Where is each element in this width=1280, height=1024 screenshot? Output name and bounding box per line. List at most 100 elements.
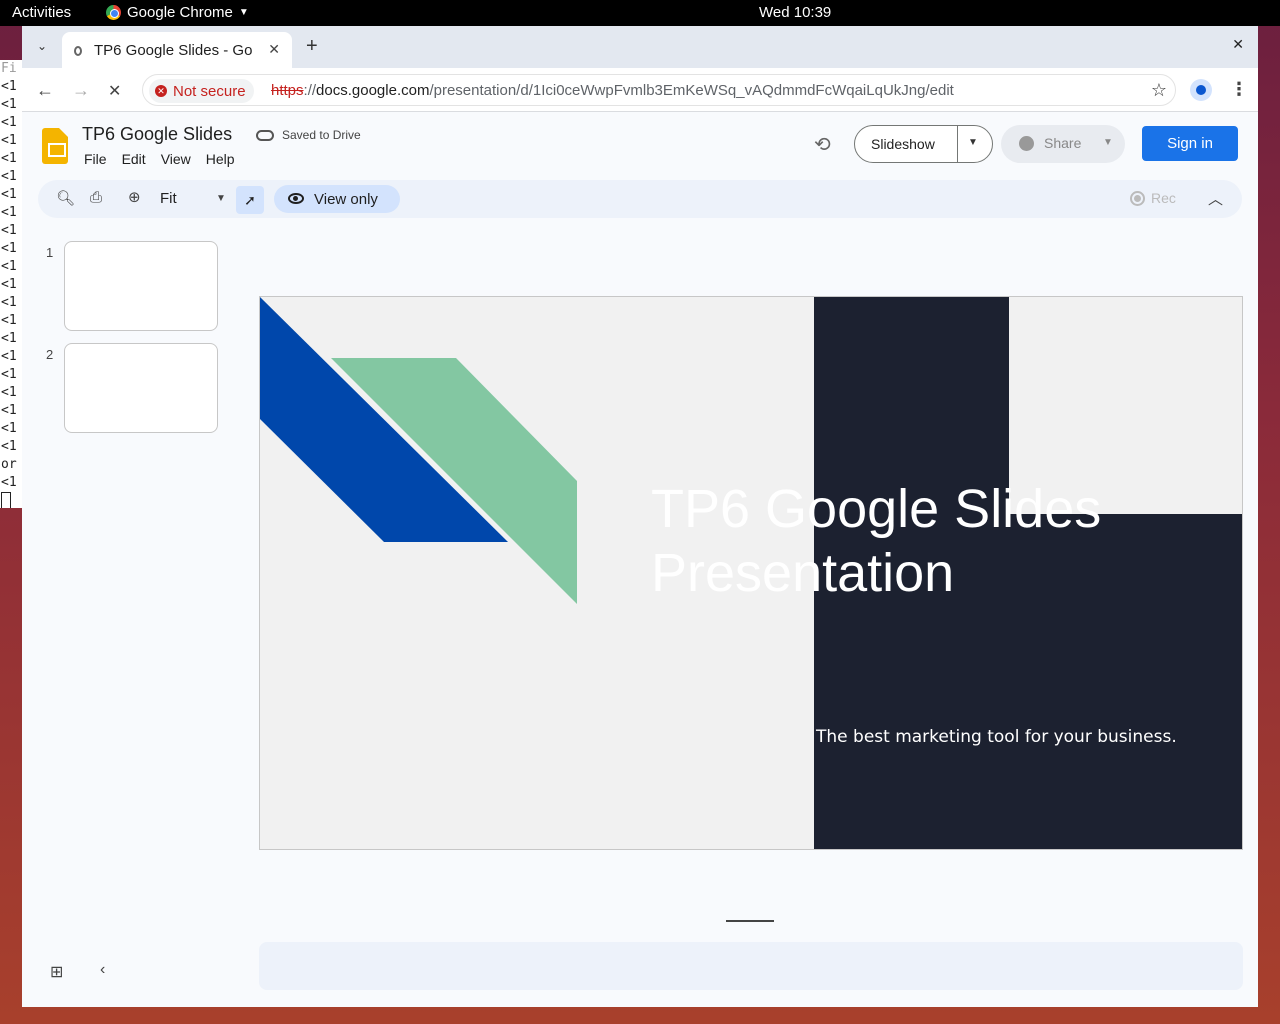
terminal-line: <1	[1, 295, 17, 310]
slideshow-label: Slideshow	[871, 136, 935, 152]
chevron-down-icon: ▼	[238, 7, 249, 18]
notes-resize-handle[interactable]	[726, 920, 774, 922]
slide-thumbnail[interactable]	[64, 241, 218, 331]
chevron-down-icon[interactable]: ▼	[1103, 137, 1113, 148]
cloud-done-icon	[256, 129, 274, 141]
clock[interactable]: Wed 10:39	[759, 4, 831, 21]
background-terminal: Fi <1 <1 <1 <1 <1 <1 <1 <1 <1 <1 <1 <1 <…	[0, 60, 22, 508]
app-name: Google Chrome	[127, 4, 233, 21]
stop-icon[interactable]: ✕	[108, 81, 121, 101]
activities-button[interactable]: Activities	[12, 4, 71, 21]
save-status[interactable]: Saved to Drive	[256, 128, 361, 142]
url-path: /presentation/d/1Ici0ceWwpFvmlb3EmKeWSq_…	[429, 82, 954, 99]
browser-toolbar: ← → ✕ ✕ Not secure https://docs.google.c…	[22, 68, 1258, 112]
slide-title: TP6 Google Slides Presentation	[651, 477, 1211, 605]
terminal-line: <1	[1, 151, 17, 166]
chevron-up-icon[interactable]: ︿	[1208, 188, 1223, 209]
zoom-select[interactable]: Fit	[160, 190, 177, 207]
terminal-line: <1	[1, 223, 17, 238]
terminal-line: <1	[1, 133, 17, 148]
chrome-icon	[106, 5, 121, 20]
menu-view[interactable]: View	[161, 151, 191, 167]
url-host: docs.google.com	[316, 82, 430, 99]
speaker-notes[interactable]	[259, 942, 1243, 990]
zoom-icon[interactable]: ⊕	[128, 188, 141, 206]
profile-icon[interactable]	[1190, 79, 1212, 101]
share-label: Share	[1044, 135, 1082, 151]
rec-label: Rec	[1151, 190, 1176, 206]
terminal-line: <1	[1, 97, 17, 112]
close-icon[interactable]: ✕	[1232, 36, 1244, 53]
more-icon[interactable]: ⋮	[1230, 79, 1248, 100]
menu-edit[interactable]: Edit	[122, 151, 146, 167]
terminal-line: <1	[1, 367, 17, 382]
slide-thumbnail[interactable]	[64, 343, 218, 433]
print-icon[interactable]: ⎙	[90, 189, 102, 206]
terminal-line: <1	[1, 403, 17, 418]
slides-header: TP6 Google Slides Saved to Drive File Ed…	[22, 112, 1258, 176]
back-icon[interactable]: ←	[36, 80, 54, 101]
terminal-line: <1	[1, 421, 17, 436]
slide-subtitle: The best marketing tool for your busines…	[816, 727, 1177, 747]
terminal-line: or	[1, 457, 17, 472]
terminal-line: <1	[1, 259, 17, 274]
slide-canvas[interactable]: TP6 Google Slides Presentation The best …	[259, 296, 1243, 850]
document-title[interactable]: TP6 Google Slides	[82, 124, 232, 145]
security-label: Not secure	[173, 82, 246, 100]
terminal-line: <1	[1, 115, 17, 130]
grid-view-icon[interactable]: ⊞	[50, 962, 63, 982]
star-icon[interactable]: ☆	[1151, 80, 1167, 101]
chevron-left-icon[interactable]: ‹	[100, 961, 105, 979]
tab-title: TP6 Google Slides - Go	[94, 42, 253, 59]
slide-title-line: Presentation	[651, 543, 955, 603]
share-button[interactable]: Share ▼	[1001, 125, 1125, 163]
chrome-window: ⌄ TP6 Google Slides - Go ✕ + ✕ ← → ✕ ✕ N…	[22, 26, 1258, 1007]
url-text[interactable]: https://docs.google.com/presentation/d/1…	[271, 82, 954, 99]
terminal-line: <1	[1, 187, 17, 202]
divider	[957, 126, 958, 162]
tab-strip: ⌄ TP6 Google Slides - Go ✕ + ✕	[22, 26, 1258, 68]
app-menu[interactable]: Google Chrome ▼	[106, 4, 249, 21]
chevron-down-icon[interactable]: ▼	[968, 137, 978, 148]
history-icon[interactable]: ⟲	[814, 132, 831, 157]
slide-title-line: TP6 Google Slides	[651, 479, 1102, 539]
security-indicator[interactable]: ✕ Not secure	[149, 79, 254, 103]
slides-toolbar: 🔍︎ ⎙ ⊕ Fit ▼ ➚ View only Rec ︿	[38, 180, 1242, 218]
terminal-line: <1	[1, 349, 17, 364]
chevron-down-icon[interactable]: ▼	[216, 193, 226, 204]
sign-in-button[interactable]: Sign in	[1142, 126, 1238, 161]
terminal-line: <1	[1, 439, 17, 454]
search-icon[interactable]: 🔍︎	[56, 189, 75, 207]
tab-list-icon[interactable]: ⌄	[30, 34, 54, 58]
close-icon[interactable]: ✕	[268, 41, 280, 58]
globe-icon	[1019, 136, 1034, 151]
url-scheme: https	[271, 82, 304, 99]
select-tool-icon[interactable]: ➚	[236, 186, 264, 214]
terminal-line: <1	[1, 79, 17, 94]
system-top-bar: Activities Google Chrome ▼ Wed 10:39	[0, 0, 1280, 26]
view-only-label: View only	[314, 191, 378, 208]
menu-help[interactable]: Help	[206, 151, 235, 167]
forward-icon[interactable]: →	[72, 80, 90, 101]
slideshow-button[interactable]: Slideshow ▼	[854, 125, 993, 163]
terminal-line: Fi	[1, 61, 17, 76]
terminal-line: <1	[1, 385, 17, 400]
terminal-line: <1	[1, 331, 17, 346]
terminal-line: <1	[1, 241, 17, 256]
not-secure-icon: ✕	[155, 85, 167, 97]
slides-logo-icon[interactable]	[42, 128, 68, 164]
terminal-line: <1	[1, 205, 17, 220]
new-tab-icon[interactable]: +	[306, 35, 318, 58]
terminal-line: <1	[1, 169, 17, 184]
menu-file[interactable]: File	[84, 151, 107, 167]
eye-icon	[288, 193, 304, 204]
view-only-button[interactable]: View only	[274, 185, 400, 213]
record-icon	[1130, 190, 1145, 206]
rec-button[interactable]: Rec	[1130, 190, 1176, 206]
loading-icon	[74, 46, 82, 56]
tab-slides[interactable]: TP6 Google Slides - Go ✕	[62, 32, 292, 68]
address-bar[interactable]: ✕ Not secure https://docs.google.com/pre…	[142, 74, 1176, 106]
slide-number: 2	[46, 347, 54, 362]
terminal-line: <1	[1, 313, 17, 328]
terminal-line: <1	[1, 475, 17, 490]
